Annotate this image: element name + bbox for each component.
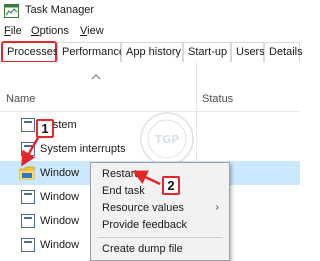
system-window-icon — [21, 238, 35, 252]
step-1-badge: 1 — [36, 119, 54, 138]
process-name: System interrupts — [40, 143, 126, 155]
task-manager-icon — [4, 4, 19, 18]
menu-item-resource-values[interactable]: Resource values › — [91, 200, 229, 217]
menu-bar: File Options View — [0, 22, 300, 40]
tab-processes[interactable]: Processes — [1, 41, 58, 63]
chevron-right-icon: › — [215, 202, 219, 213]
system-window-icon — [21, 214, 35, 228]
watermark-seal: TGP — [140, 112, 194, 166]
column-name[interactable]: Name — [6, 93, 35, 105]
menu-item-resource-values-label: Resource values — [102, 202, 184, 214]
title-bar: Task Manager — [0, 0, 300, 22]
system-window-icon — [21, 118, 35, 132]
sort-chevron-up-icon[interactable] — [91, 74, 101, 80]
context-menu: Restart End task Resource values › Provi… — [90, 162, 230, 261]
step-2-badge: 2 — [162, 176, 180, 195]
menu-options-mnemonic: O — [31, 25, 40, 37]
menu-separator — [97, 237, 223, 238]
process-name: Window — [40, 167, 80, 179]
menu-options-label: ptions — [39, 25, 69, 37]
svg-text:TGP: TGP — [155, 133, 180, 146]
menu-file-label: ile — [10, 25, 22, 37]
tab-start-up[interactable]: Start-up — [183, 42, 231, 62]
process-name: Window — [40, 215, 80, 227]
menu-options[interactable]: Options — [31, 25, 69, 37]
menu-item-restart[interactable]: Restart — [91, 166, 229, 183]
system-window-icon — [21, 190, 35, 204]
menu-item-create-dump-file[interactable]: Create dump file — [91, 241, 229, 258]
menu-item-end-task[interactable]: End task — [91, 183, 229, 200]
menu-file-mnemonic: F — [4, 25, 11, 37]
menu-view-label: iew — [87, 25, 104, 37]
menu-view[interactable]: View — [80, 25, 104, 37]
menu-file[interactable]: File — [4, 25, 22, 37]
tab-bar: Processes Performance App history Start-… — [0, 40, 303, 63]
tab-performance[interactable]: Performance — [57, 42, 125, 62]
menu-item-provide-feedback[interactable]: Provide feedback — [91, 217, 229, 234]
tab-users[interactable]: Users — [231, 42, 265, 62]
tab-details[interactable]: Details — [264, 42, 303, 62]
process-name: Window — [40, 239, 80, 251]
process-name: Window — [40, 191, 80, 203]
column-header: Name Status — [0, 62, 300, 112]
system-window-icon — [21, 142, 35, 156]
window-title: Task Manager — [25, 4, 95, 16]
tab-app-history[interactable]: App history — [121, 42, 183, 62]
folder-icon — [19, 166, 35, 180]
column-status[interactable]: Status — [202, 93, 233, 105]
